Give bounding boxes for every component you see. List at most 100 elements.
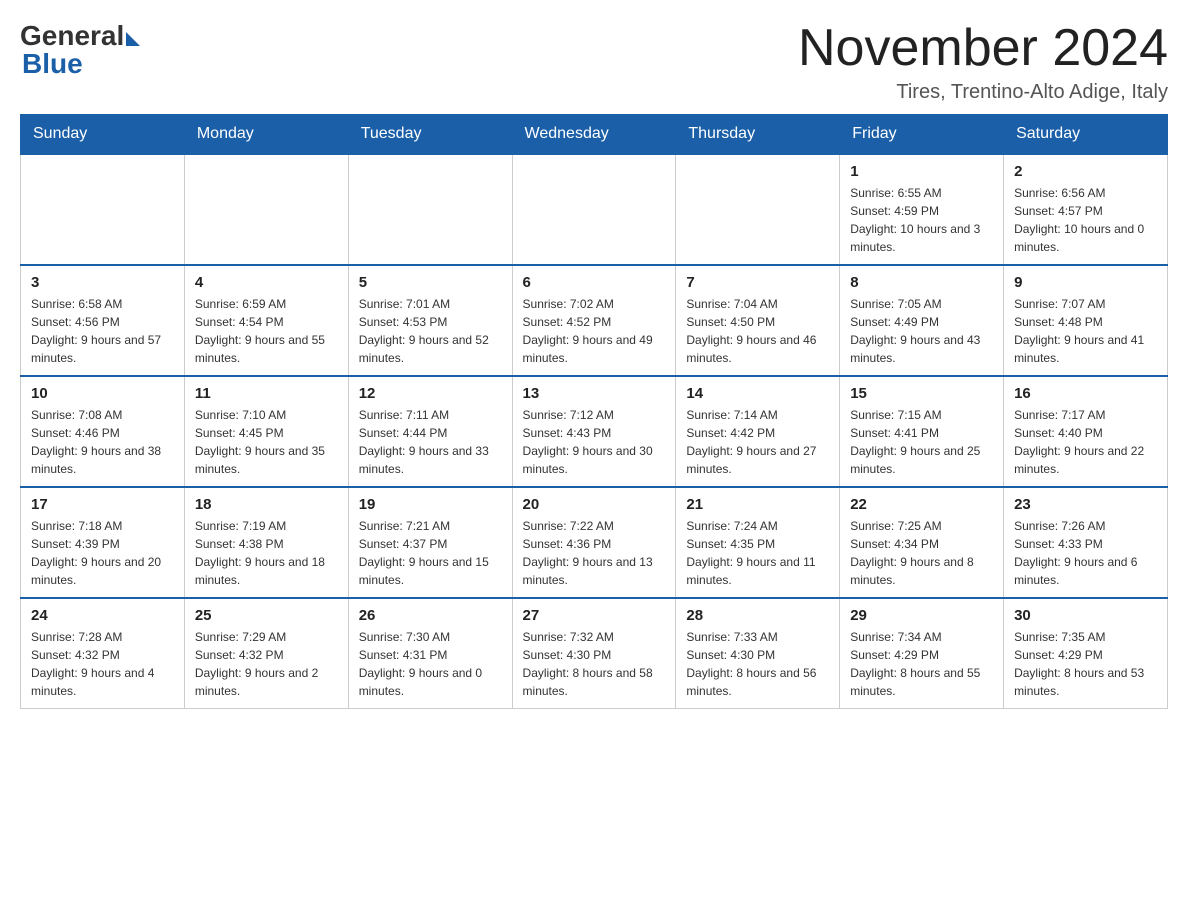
day-number: 16 — [1014, 385, 1157, 402]
calendar-week-1: 1 Sunrise: 6:55 AMSunset: 4:59 PMDaylight… — [21, 154, 1168, 265]
day-info: Sunrise: 6:55 AMSunset: 4:59 PMDaylight:… — [850, 184, 993, 256]
day-number: 19 — [359, 496, 502, 513]
day-info: Sunrise: 7:17 AMSunset: 4:40 PMDaylight:… — [1014, 406, 1157, 478]
day-number: 9 — [1014, 274, 1157, 291]
calendar-cell — [348, 154, 512, 265]
calendar-cell: 5Sunrise: 7:01 AMSunset: 4:53 PMDaylight… — [348, 265, 512, 376]
day-number: 22 — [850, 496, 993, 513]
logo-arrow-icon — [126, 32, 140, 46]
day-number: 15 — [850, 385, 993, 402]
day-info: Sunrise: 7:08 AMSunset: 4:46 PMDaylight:… — [31, 406, 174, 478]
calendar-header-row: SundayMondayTuesdayWednesdayThursdayFrid… — [21, 115, 1168, 155]
calendar-cell: 6 Sunrise: 7:02 AMSunset: 4:52 PMDaylight… — [512, 265, 676, 376]
calendar-cell: 9 Sunrise: 7:07 AMSunset: 4:48 PMDaylight… — [1004, 265, 1168, 376]
day-number: 2 — [1014, 163, 1157, 180]
day-info: Sunrise: 7:21 AMSunset: 4:37 PMDaylight:… — [359, 517, 502, 589]
calendar-week-5: 24Sunrise: 7:28 AMSunset: 4:32 PMDayligh… — [21, 598, 1168, 709]
day-info: Sunrise: 7:29 AMSunset: 4:32 PMDaylight:… — [195, 628, 338, 700]
calendar-cell: 18 Sunrise: 7:19 AMSunset: 4:38 PMDayligh… — [184, 487, 348, 598]
day-number: 12 — [359, 385, 502, 402]
calendar-cell — [184, 154, 348, 265]
calendar-cell: 19 Sunrise: 7:21 AMSunset: 4:37 PMDayligh… — [348, 487, 512, 598]
day-info: Sunrise: 7:12 AMSunset: 4:43 PMDaylight:… — [523, 406, 666, 478]
title-block: November 2024 Tires, Trentino-Alto Adige… — [798, 20, 1168, 104]
day-number: 6 — [523, 274, 666, 291]
day-info: Sunrise: 7:25 AMSunset: 4:34 PMDaylight:… — [850, 517, 993, 589]
calendar-cell: 22 Sunrise: 7:25 AMSunset: 4:34 PMDayligh… — [840, 487, 1004, 598]
day-info: Sunrise: 7:07 AMSunset: 4:48 PMDaylight:… — [1014, 295, 1157, 367]
day-info: Sunrise: 6:58 AMSunset: 4:56 PMDaylight:… — [31, 295, 174, 367]
calendar-cell: 16 Sunrise: 7:17 AMSunset: 4:40 PMDayligh… — [1004, 376, 1168, 487]
day-info: Sunrise: 6:56 AMSunset: 4:57 PMDaylight:… — [1014, 184, 1157, 256]
calendar-cell: 10 Sunrise: 7:08 AMSunset: 4:46 PMDayligh… — [21, 376, 185, 487]
day-info: Sunrise: 7:19 AMSunset: 4:38 PMDaylight:… — [195, 517, 338, 589]
calendar-cell: 29 Sunrise: 7:34 AMSunset: 4:29 PMDayligh… — [840, 598, 1004, 709]
day-number: 28 — [686, 607, 829, 624]
weekday-header-sunday: Sunday — [21, 115, 185, 155]
day-number: 27 — [523, 607, 666, 624]
day-info: Sunrise: 7:15 AMSunset: 4:41 PMDaylight:… — [850, 406, 993, 478]
calendar-cell: 17 Sunrise: 7:18 AMSunset: 4:39 PMDayligh… — [21, 487, 185, 598]
calendar-cell: 25 Sunrise: 7:29 AMSunset: 4:32 PMDayligh… — [184, 598, 348, 709]
calendar-cell: 8Sunrise: 7:05 AMSunset: 4:49 PMDaylight… — [840, 265, 1004, 376]
day-info: Sunrise: 7:30 AMSunset: 4:31 PMDaylight:… — [359, 628, 502, 700]
day-number: 26 — [359, 607, 502, 624]
calendar-cell: 20 Sunrise: 7:22 AMSunset: 4:36 PMDayligh… — [512, 487, 676, 598]
day-number: 1 — [850, 163, 993, 180]
day-number: 18 — [195, 496, 338, 513]
calendar-cell — [21, 154, 185, 265]
day-info: Sunrise: 7:33 AMSunset: 4:30 PMDaylight:… — [686, 628, 829, 700]
day-info: Sunrise: 7:32 AMSunset: 4:30 PMDaylight:… — [523, 628, 666, 700]
weekday-header-thursday: Thursday — [676, 115, 840, 155]
day-number: 29 — [850, 607, 993, 624]
day-info: Sunrise: 7:10 AMSunset: 4:45 PMDaylight:… — [195, 406, 338, 478]
day-number: 3 — [31, 274, 174, 291]
calendar-cell: 24Sunrise: 7:28 AMSunset: 4:32 PMDayligh… — [21, 598, 185, 709]
day-number: 13 — [523, 385, 666, 402]
day-number: 11 — [195, 385, 338, 402]
day-info: Sunrise: 7:18 AMSunset: 4:39 PMDaylight:… — [31, 517, 174, 589]
day-info: Sunrise: 7:26 AMSunset: 4:33 PMDaylight:… — [1014, 517, 1157, 589]
calendar-cell: 2 Sunrise: 6:56 AMSunset: 4:57 PMDaylight… — [1004, 154, 1168, 265]
calendar-cell: 21Sunrise: 7:24 AMSunset: 4:35 PMDayligh… — [676, 487, 840, 598]
calendar-cell: 1 Sunrise: 6:55 AMSunset: 4:59 PMDaylight… — [840, 154, 1004, 265]
day-number: 30 — [1014, 607, 1157, 624]
calendar-cell: 13 Sunrise: 7:12 AMSunset: 4:43 PMDayligh… — [512, 376, 676, 487]
day-number: 17 — [31, 496, 174, 513]
day-info: Sunrise: 6:59 AMSunset: 4:54 PMDaylight:… — [195, 295, 338, 367]
calendar-cell: 27 Sunrise: 7:32 AMSunset: 4:30 PMDayligh… — [512, 598, 676, 709]
calendar-cell: 3 Sunrise: 6:58 AMSunset: 4:56 PMDaylight… — [21, 265, 185, 376]
day-number: 7 — [686, 274, 829, 291]
weekday-header-saturday: Saturday — [1004, 115, 1168, 155]
weekday-header-wednesday: Wednesday — [512, 115, 676, 155]
day-info: Sunrise: 7:24 AMSunset: 4:35 PMDaylight:… — [686, 517, 829, 589]
calendar-cell: 14Sunrise: 7:14 AMSunset: 4:42 PMDayligh… — [676, 376, 840, 487]
day-number: 23 — [1014, 496, 1157, 513]
day-info: Sunrise: 7:14 AMSunset: 4:42 PMDaylight:… — [686, 406, 829, 478]
day-number: 20 — [523, 496, 666, 513]
day-number: 25 — [195, 607, 338, 624]
day-info: Sunrise: 7:34 AMSunset: 4:29 PMDaylight:… — [850, 628, 993, 700]
calendar-cell: 12 Sunrise: 7:11 AMSunset: 4:44 PMDayligh… — [348, 376, 512, 487]
weekday-header-friday: Friday — [840, 115, 1004, 155]
weekday-header-tuesday: Tuesday — [348, 115, 512, 155]
month-title: November 2024 — [798, 20, 1168, 77]
calendar-week-3: 10 Sunrise: 7:08 AMSunset: 4:46 PMDayligh… — [21, 376, 1168, 487]
day-info: Sunrise: 7:22 AMSunset: 4:36 PMDaylight:… — [523, 517, 666, 589]
calendar-cell: 11 Sunrise: 7:10 AMSunset: 4:45 PMDayligh… — [184, 376, 348, 487]
day-number: 4 — [195, 274, 338, 291]
day-info: Sunrise: 7:11 AMSunset: 4:44 PMDaylight:… — [359, 406, 502, 478]
day-number: 10 — [31, 385, 174, 402]
day-number: 5 — [359, 274, 502, 291]
day-info: Sunrise: 7:05 AMSunset: 4:49 PMDaylight:… — [850, 295, 993, 367]
calendar-cell: 7Sunrise: 7:04 AMSunset: 4:50 PMDaylight… — [676, 265, 840, 376]
logo: General Blue — [20, 20, 140, 80]
calendar-week-2: 3 Sunrise: 6:58 AMSunset: 4:56 PMDaylight… — [21, 265, 1168, 376]
calendar-cell: 4 Sunrise: 6:59 AMSunset: 4:54 PMDaylight… — [184, 265, 348, 376]
calendar-week-4: 17 Sunrise: 7:18 AMSunset: 4:39 PMDayligh… — [21, 487, 1168, 598]
day-info: Sunrise: 7:35 AMSunset: 4:29 PMDaylight:… — [1014, 628, 1157, 700]
day-info: Sunrise: 7:02 AMSunset: 4:52 PMDaylight:… — [523, 295, 666, 367]
day-info: Sunrise: 7:28 AMSunset: 4:32 PMDaylight:… — [31, 628, 174, 700]
calendar-cell — [512, 154, 676, 265]
logo-blue-text: Blue — [22, 48, 83, 80]
